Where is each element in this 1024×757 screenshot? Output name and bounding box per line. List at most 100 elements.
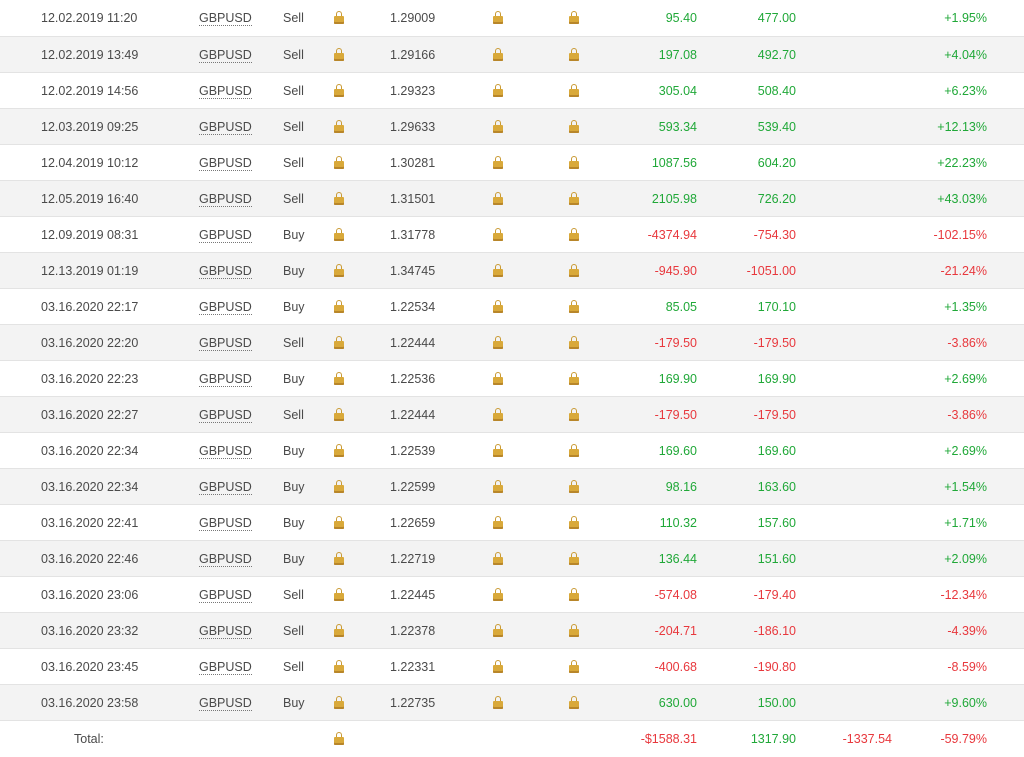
profit: 2105.98 [651, 192, 697, 206]
symbol-link[interactable]: GBPUSD [199, 145, 252, 181]
trade-type: Buy [283, 228, 305, 242]
symbol-label[interactable]: GBPUSD [199, 660, 252, 675]
table-row: 12.02.2019 14:56 GBPUSD Sell 1.29323 305.04 5… [0, 72, 1024, 108]
symbol-link[interactable]: GBPUSD [199, 505, 252, 541]
symbol-link[interactable]: GBPUSD [199, 541, 252, 577]
symbol-label[interactable]: GBPUSD [199, 264, 252, 279]
lock-icon [493, 613, 503, 649]
trade-type: Buy [283, 552, 305, 566]
profit: -574.08 [654, 588, 697, 602]
symbol-label[interactable]: GBPUSD [199, 372, 252, 387]
trade-type: Sell [283, 11, 304, 25]
pips: 163.60 [757, 480, 796, 494]
profit: 169.90 [658, 372, 697, 386]
trade-history-table: 12.02.2019 11:20 GBPUSD Sell 1.29009 95.40 47… [0, 0, 1024, 756]
open-price: 1.22331 [390, 660, 436, 674]
profit: 136.44 [658, 552, 697, 566]
symbol-link[interactable]: GBPUSD [199, 109, 252, 145]
symbol-link[interactable]: GBPUSD [199, 37, 252, 73]
symbol-label[interactable]: GBPUSD [199, 624, 252, 639]
lock-icon [569, 505, 579, 541]
trade-type: Sell [283, 660, 304, 674]
symbol-label[interactable]: GBPUSD [199, 588, 252, 603]
symbol-label[interactable]: GBPUSD [199, 696, 252, 711]
open-time: 03.16.2020 23:06 [41, 588, 139, 602]
lock-icon [334, 0, 344, 36]
symbol-link[interactable]: GBPUSD [199, 181, 252, 217]
pips: -186.10 [753, 624, 796, 638]
symbol-label[interactable]: GBPUSD [199, 11, 252, 26]
open-time: 12.02.2019 14:56 [41, 84, 139, 98]
lock-icon [493, 0, 503, 36]
open-time: 12.05.2019 16:40 [41, 192, 139, 206]
pips: -179.50 [753, 408, 796, 422]
pips: 150.00 [757, 696, 796, 710]
open-time: 03.16.2020 22:41 [41, 516, 139, 530]
gain-percent: +1.71% [944, 516, 987, 530]
profit: 85.05 [665, 300, 697, 314]
table-row: 03.16.2020 23:58 GBPUSD Buy 1.22735 630.00 15… [0, 684, 1024, 720]
symbol-label[interactable]: GBPUSD [199, 552, 252, 567]
trade-type: Buy [283, 516, 305, 530]
profit: 98.16 [665, 480, 697, 494]
lock-icon [569, 253, 579, 289]
gain-percent: +2.69% [944, 372, 987, 386]
trade-type: Sell [283, 408, 304, 422]
open-time: 12.03.2019 09:25 [41, 120, 139, 134]
symbol-link[interactable]: GBPUSD [199, 253, 252, 289]
symbol-label[interactable]: GBPUSD [199, 516, 252, 531]
symbol-link[interactable]: GBPUSD [199, 0, 252, 36]
symbol-link[interactable]: GBPUSD [199, 325, 252, 361]
gain-percent: +1.54% [944, 480, 987, 494]
total-row: Total: -$1588.31 1317.90 -1337.54 -59.79… [0, 720, 1024, 756]
pips: -190.80 [753, 660, 796, 674]
open-price: 1.29633 [390, 120, 436, 134]
symbol-label[interactable]: GBPUSD [199, 336, 252, 351]
symbol-link[interactable]: GBPUSD [199, 361, 252, 397]
symbol-link[interactable]: GBPUSD [199, 613, 252, 649]
symbol-link[interactable]: GBPUSD [199, 649, 252, 685]
profit: -204.71 [654, 624, 697, 638]
lock-icon [569, 541, 579, 577]
symbol-label[interactable]: GBPUSD [199, 120, 252, 135]
gain-percent: +2.09% [944, 552, 987, 566]
lock-icon [493, 397, 503, 433]
symbol-label[interactable]: GBPUSD [199, 300, 252, 315]
symbol-label[interactable]: GBPUSD [199, 84, 252, 99]
symbol-label[interactable]: GBPUSD [199, 444, 252, 459]
symbol-link[interactable]: GBPUSD [199, 577, 252, 613]
gain-percent: -8.59% [947, 660, 987, 674]
lock-icon [334, 109, 344, 145]
lock-icon [569, 37, 579, 73]
open-price: 1.29166 [390, 48, 436, 62]
symbol-link[interactable]: GBPUSD [199, 289, 252, 325]
symbol-link[interactable]: GBPUSD [199, 73, 252, 109]
open-price: 1.22659 [390, 516, 436, 530]
symbol-link[interactable]: GBPUSD [199, 685, 252, 721]
gain-percent: -21.24% [940, 264, 987, 278]
symbol-label[interactable]: GBPUSD [199, 480, 252, 495]
open-time: 12.09.2019 08:31 [41, 228, 139, 242]
symbol-link[interactable]: GBPUSD [199, 397, 252, 433]
lock-icon [493, 505, 503, 541]
table-row: 03.16.2020 22:20 GBPUSD Sell 1.22444 -179.50… [0, 324, 1024, 360]
symbol-label[interactable]: GBPUSD [199, 156, 252, 171]
trade-type: Sell [283, 336, 304, 350]
symbol-link[interactable]: GBPUSD [199, 217, 252, 253]
open-price: 1.22536 [390, 372, 436, 386]
trade-type: Buy [283, 696, 305, 710]
symbol-link[interactable]: GBPUSD [199, 433, 252, 469]
pips: -179.40 [753, 588, 796, 602]
symbol-label[interactable]: GBPUSD [199, 48, 252, 63]
pips: 157.60 [757, 516, 796, 530]
symbol-label[interactable]: GBPUSD [199, 408, 252, 423]
lock-icon [334, 37, 344, 73]
table-row: 03.16.2020 22:17 GBPUSD Buy 1.22534 85.05 170… [0, 288, 1024, 324]
symbol-label[interactable]: GBPUSD [199, 228, 252, 243]
lock-icon [493, 253, 503, 289]
open-price: 1.34745 [390, 264, 436, 278]
symbol-label[interactable]: GBPUSD [199, 192, 252, 207]
symbol-link[interactable]: GBPUSD [199, 469, 252, 505]
open-time: 03.16.2020 22:27 [41, 408, 139, 422]
open-time: 03.16.2020 22:34 [41, 480, 139, 494]
